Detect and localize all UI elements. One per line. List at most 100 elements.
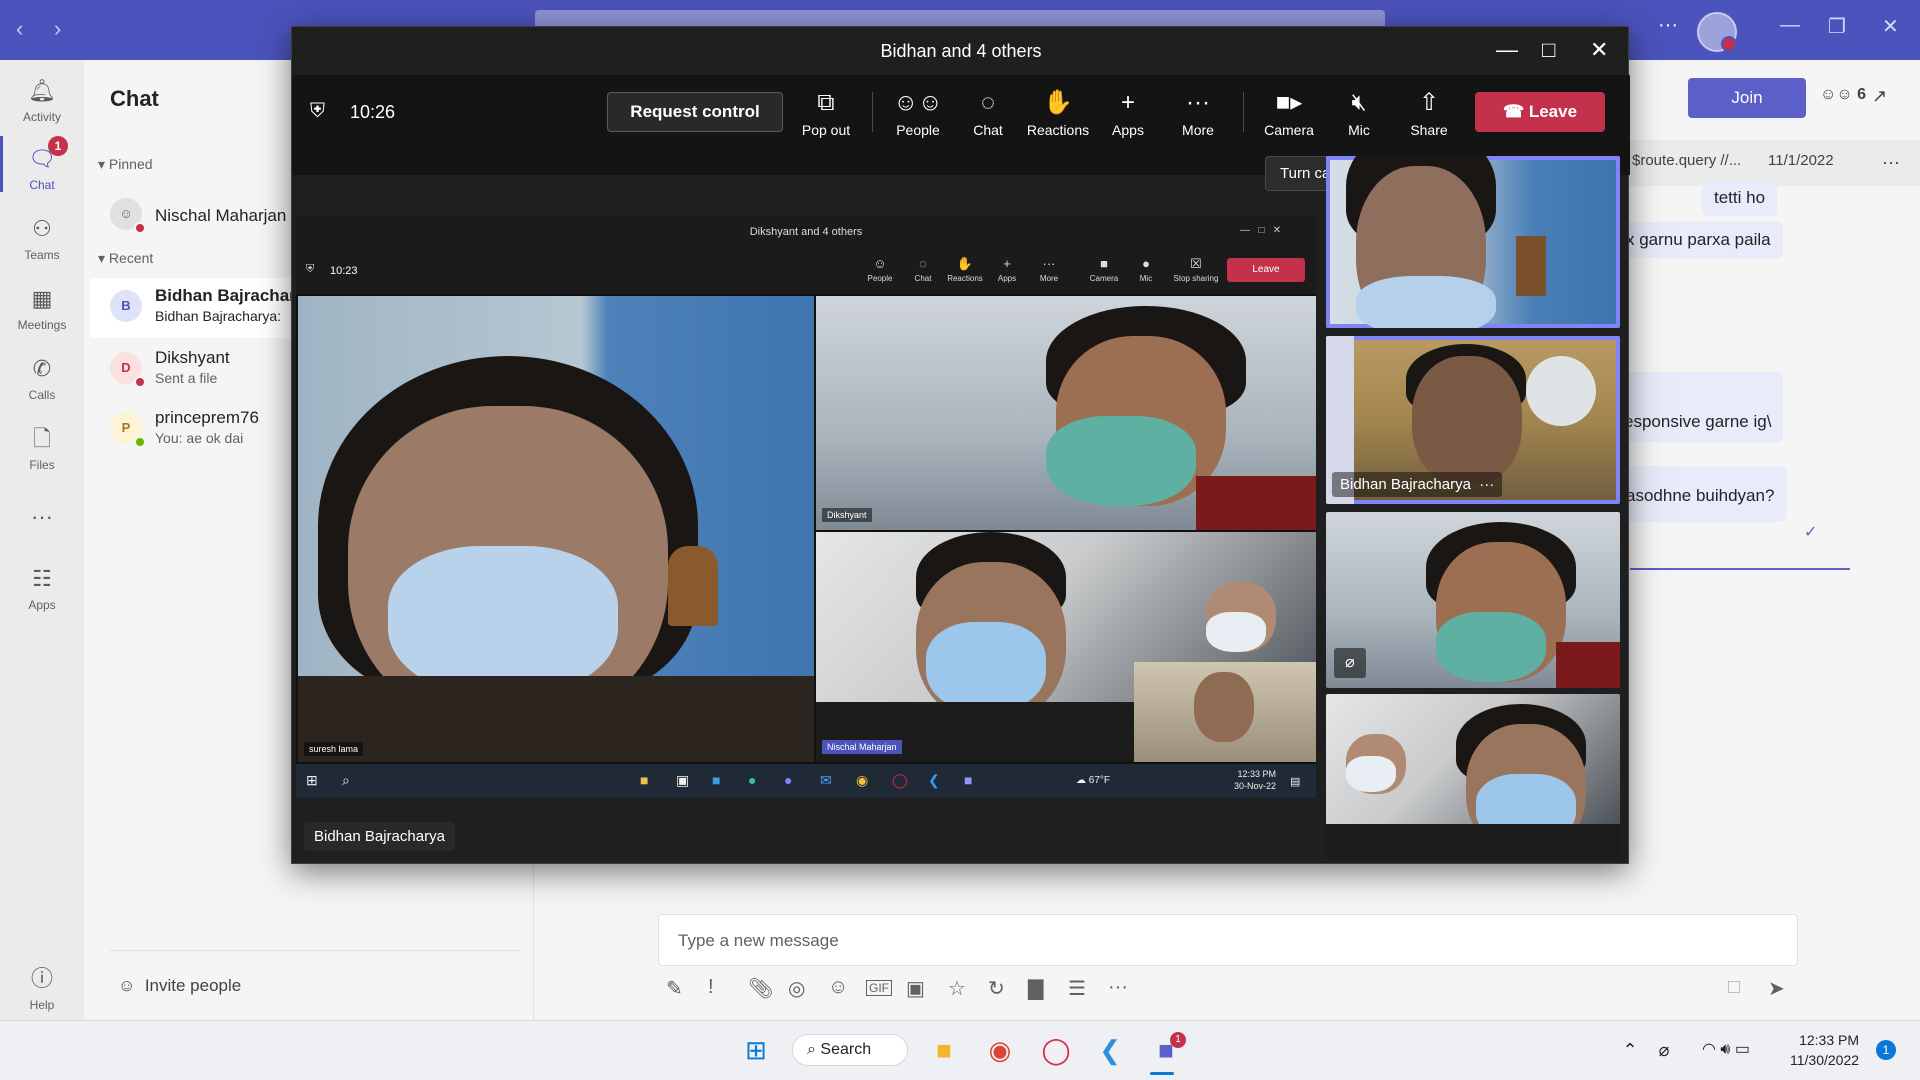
active-indicator bbox=[1150, 1072, 1174, 1075]
shield-icon: ⛨ bbox=[310, 100, 325, 122]
more-options-icon[interactable]: ··· bbox=[1108, 976, 1128, 999]
status-busy-icon bbox=[134, 222, 146, 234]
close-icon[interactable]: ✕ bbox=[1882, 14, 1899, 39]
taskbar-search[interactable]: ⌕ Search bbox=[792, 1034, 908, 1066]
opera-icon: ◯ bbox=[892, 772, 908, 788]
poll-icon[interactable]: ▇ bbox=[1028, 976, 1043, 1001]
sticker-icon[interactable]: ▣ bbox=[906, 976, 925, 1001]
shared-people-button: ☺ People bbox=[858, 256, 902, 283]
epic-icon: ▣ bbox=[676, 772, 690, 788]
message-bubble: x garnu parxa paila bbox=[1614, 222, 1783, 258]
shield-icon: ⛨ bbox=[306, 263, 315, 275]
chevron-down-icon: ▾ bbox=[98, 156, 109, 172]
chrome-icon[interactable]: ◉ bbox=[980, 1030, 1020, 1070]
pop-out-button[interactable]: ⧉ Pop out bbox=[791, 88, 861, 138]
shared-apps-button: + Apps bbox=[985, 256, 1029, 283]
plus-icon: + bbox=[1003, 256, 1011, 271]
pop-out-chat-icon[interactable]: ↗ bbox=[1872, 86, 1887, 107]
meeting-minimize-icon[interactable]: — bbox=[1496, 37, 1518, 63]
pinned-section[interactable]: ▾ Pinned bbox=[98, 156, 153, 173]
chat-button[interactable]: ◌ Chat bbox=[953, 88, 1023, 138]
notification-badge[interactable]: 1 bbox=[1876, 1040, 1896, 1060]
join-button[interactable]: Join bbox=[1688, 78, 1806, 118]
shared-camera-button: ■ Camera bbox=[1082, 256, 1126, 283]
rail-calls[interactable]: ✆ Calls bbox=[0, 346, 84, 410]
shared-chat-button: ◌ Chat bbox=[901, 256, 945, 283]
mic-button[interactable]: 🔇︎ Mic bbox=[1324, 88, 1394, 138]
invite-people-link[interactable]: ☺︎ Invite people bbox=[118, 976, 241, 996]
mic-muted-icon[interactable]: ⌀ bbox=[1644, 1030, 1684, 1070]
side-tile-dikshyant[interactable] bbox=[1326, 512, 1620, 688]
avatar: B bbox=[110, 290, 142, 322]
message-bubble: esponsive garne ig\ bbox=[1612, 372, 1784, 442]
chat-list-title: Chat bbox=[110, 86, 159, 111]
compose-placeholder: Type a new message bbox=[678, 931, 839, 950]
shared-stop-sharing-button: ☒ Stop sharing bbox=[1170, 256, 1222, 283]
meeting-maximize-icon[interactable]: □ bbox=[1542, 37, 1555, 63]
profile-avatar[interactable] bbox=[1697, 12, 1737, 52]
vscode-icon[interactable]: ❮ bbox=[1090, 1030, 1130, 1070]
apps-button[interactable]: + Apps bbox=[1093, 88, 1163, 138]
rail-apps[interactable]: ☷ Apps bbox=[0, 556, 84, 620]
mail-icon: ✉ bbox=[820, 772, 832, 788]
send-icon[interactable]: ➤ bbox=[1768, 976, 1785, 1001]
side-tile-1[interactable] bbox=[1326, 156, 1620, 328]
system-tray-icons[interactable]: ◠ 🔊︎ ▭ bbox=[1684, 1030, 1768, 1070]
reactions-icon: ✋ bbox=[956, 256, 974, 271]
file-explorer-icon[interactable]: ■ bbox=[924, 1030, 964, 1070]
request-control-button[interactable]: Request control bbox=[607, 92, 783, 132]
rail-chat[interactable]: 🗨︎ Chat bbox=[0, 136, 84, 200]
rail-meetings[interactable]: ▦ Meetings bbox=[0, 276, 84, 340]
strip-date: 11/1/2022 bbox=[1768, 152, 1834, 169]
reactions-icon: ✋ bbox=[1043, 89, 1073, 116]
maximize-icon[interactable]: ❐ bbox=[1828, 14, 1846, 39]
participant-label: Nischal Maharjan bbox=[822, 740, 902, 754]
bell-icon: 🔔︎ bbox=[28, 78, 56, 103]
taskbar-clock[interactable]: 12:33 PM 11/30/2022 bbox=[1790, 1030, 1859, 1070]
side-tile-nischal[interactable] bbox=[1326, 694, 1620, 860]
camera-button[interactable]: ■▸ Camera bbox=[1254, 88, 1324, 138]
participant-label: suresh lama bbox=[304, 742, 364, 756]
more-icon[interactable]: ··· bbox=[1882, 152, 1900, 173]
praise-icon[interactable]: ☆ bbox=[948, 976, 966, 1001]
forward-arrow-icon[interactable]: › bbox=[54, 16, 61, 42]
emoji-icon[interactable]: ☺ bbox=[828, 976, 848, 999]
schedule-icon[interactable]: □ bbox=[1728, 976, 1740, 999]
participants-count[interactable]: ☺☺ 6 bbox=[1820, 86, 1866, 104]
rail-help[interactable]: ⓘ Help bbox=[0, 956, 84, 1020]
minimize-icon[interactable]: — bbox=[1780, 14, 1800, 37]
reactions-button[interactable]: ✋ Reactions bbox=[1023, 88, 1093, 138]
stop-share-icon: ☒ bbox=[1190, 256, 1202, 271]
format-icon[interactable]: ✎ bbox=[666, 976, 683, 1001]
rail-activity[interactable]: 🔔︎ Activity bbox=[0, 68, 84, 132]
shared-leave-button: Leave bbox=[1227, 258, 1305, 282]
leave-button[interactable]: ☎ Leave bbox=[1475, 92, 1605, 132]
meeting-close-icon[interactable]: ✕ bbox=[1590, 37, 1608, 63]
loop-icon[interactable]: ◎ bbox=[788, 976, 805, 1001]
recent-section[interactable]: ▾ Recent bbox=[98, 250, 153, 267]
opera-icon[interactable]: ◯ bbox=[1036, 1030, 1076, 1070]
rail-more[interactable]: ··· bbox=[0, 494, 84, 529]
chevron-down-icon: ▾ bbox=[98, 250, 109, 266]
share-button[interactable]: ⇧ Share bbox=[1394, 88, 1464, 138]
hang-up-icon: ☎ bbox=[1502, 102, 1529, 121]
rail-files[interactable]: 🗋 Files bbox=[0, 416, 84, 480]
discord-icon: ● bbox=[784, 772, 793, 788]
mic-icon: ● bbox=[1142, 256, 1150, 271]
more-button[interactable]: ··· More bbox=[1163, 88, 1233, 138]
priority-icon[interactable]: ! bbox=[708, 976, 714, 999]
windows-start-icon[interactable]: ⊞ bbox=[736, 1030, 776, 1070]
shared-mic-button: ● Mic bbox=[1124, 256, 1168, 283]
back-arrow-icon[interactable]: ‹ bbox=[16, 16, 23, 42]
gif-icon[interactable]: GIF bbox=[866, 980, 892, 996]
attach-icon[interactable]: 📎︎ bbox=[748, 976, 773, 1001]
more-icon[interactable]: ··· bbox=[1479, 476, 1494, 493]
notes-icon[interactable]: ☰ bbox=[1068, 976, 1086, 1001]
people-button[interactable]: ☺☺ People bbox=[883, 88, 953, 138]
loop-arrow-icon[interactable]: ↻ bbox=[988, 976, 1005, 1001]
rail-teams[interactable]: ⚇ Teams bbox=[0, 206, 84, 270]
people-icon: ☺☺ bbox=[893, 89, 943, 116]
weather-widget: ☁ 67°F bbox=[1076, 775, 1111, 786]
settings-more-icon[interactable]: ··· bbox=[1658, 14, 1678, 37]
camera-icon: ■ bbox=[1100, 256, 1108, 271]
